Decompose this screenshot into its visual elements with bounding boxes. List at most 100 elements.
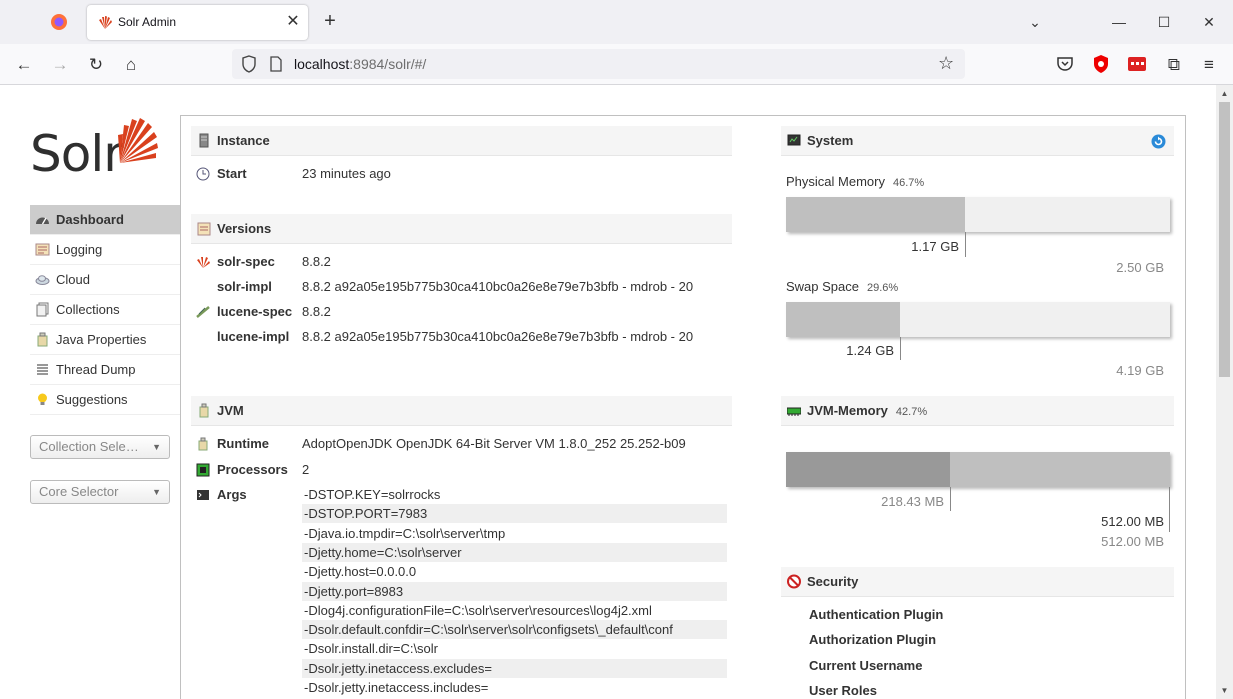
- scrollbar-thumb[interactable]: [1219, 102, 1230, 377]
- url-bar[interactable]: localhost:8984/solr/#/ ☆: [232, 49, 965, 79]
- thread-dump-icon: [37, 364, 48, 375]
- jvm-memory-header: JVM-Memory 42.7%: [781, 396, 1174, 426]
- forward-icon[interactable]: →: [47, 52, 73, 78]
- swap-space-bar: [786, 302, 1170, 337]
- scroll-down-icon[interactable]: ▼: [1216, 682, 1233, 699]
- processors-label: Processors: [217, 462, 288, 477]
- extension-red-icon[interactable]: [1127, 54, 1147, 74]
- version-key: solr-impl: [217, 279, 272, 294]
- swap-space-fill: [786, 302, 900, 337]
- menu-item-suggestions[interactable]: Suggestions: [30, 385, 180, 415]
- menu-item-collections[interactable]: Collections: [30, 295, 180, 325]
- jvm-arg: -Dsolr.jetty.inetaccess.excludes=: [302, 658, 727, 678]
- scroll-up-icon[interactable]: ▲: [1216, 85, 1233, 102]
- solr-favicon-icon: [99, 16, 112, 29]
- page-scrollbar[interactable]: ▲ ▼: [1216, 85, 1233, 699]
- instance-header: Instance: [191, 126, 732, 156]
- minimize-icon[interactable]: —: [1107, 10, 1131, 34]
- start-label: Start: [217, 166, 247, 181]
- version-row-lucene-spec: lucene-spec 8.8.2: [191, 302, 732, 322]
- refresh-icon[interactable]: [1151, 134, 1166, 149]
- page-icon[interactable]: [269, 56, 283, 72]
- version-value: 8.8.2 a92a05e195b775b30ca410bc0a26e8e79e…: [302, 329, 694, 344]
- window-close-icon[interactable]: ✕: [1197, 10, 1221, 34]
- maximize-icon[interactable]: ☐: [1152, 10, 1176, 34]
- processors-row: Processors 2: [191, 460, 732, 480]
- physical-memory-bar: [786, 197, 1170, 232]
- url-text[interactable]: localhost:8984/solr/#/: [294, 56, 426, 72]
- reload-icon[interactable]: ↻: [83, 52, 109, 78]
- solr-icon: [197, 257, 210, 268]
- solr-logo[interactable]: Solr: [30, 115, 160, 183]
- menu-label: Thread Dump: [56, 362, 136, 377]
- lightbulb-icon: [38, 393, 47, 405]
- tab-solr-admin[interactable]: Solr Admin ✕: [87, 5, 308, 40]
- tab-close-icon[interactable]: ✕: [285, 12, 301, 32]
- clock-icon: [196, 167, 210, 181]
- pocket-icon[interactable]: [1055, 54, 1075, 74]
- dashboard-content: Instance Start 23 minutes ago Versions s…: [180, 115, 1186, 699]
- list-all-tabs-icon[interactable]: ⌄: [1023, 10, 1047, 34]
- jvm-arg: -Djetty.home=C:\solr\server: [302, 542, 727, 562]
- swap-space-pct: 29.6%: [867, 282, 899, 294]
- menu-label: Java Properties: [56, 332, 147, 347]
- java-cup-icon: [199, 403, 209, 418]
- jvm-arg: -Dsolr.jetty.inetaccess.includes=: [304, 680, 489, 695]
- ublock-icon[interactable]: [1091, 54, 1111, 74]
- menu-item-cloud[interactable]: Cloud: [30, 265, 180, 295]
- menu-hamburger-icon[interactable]: ≡: [1196, 52, 1222, 78]
- jvm-memory-committed: 512.00 MB: [1101, 514, 1164, 529]
- menu-label: Logging: [56, 242, 103, 257]
- dashboard-icon: [36, 217, 49, 225]
- security-authentication-plugin: Authentication Plugin: [809, 607, 944, 622]
- version-value: 8.8.2: [302, 254, 331, 269]
- menu-item-dashboard[interactable]: Dashboard: [30, 205, 180, 235]
- core-selector[interactable]: Core Selector ▼: [30, 480, 170, 504]
- version-value: 8.8.2 a92a05e195b775b30ca410bc0a26e8e79e…: [302, 279, 694, 294]
- menu-label: Cloud: [56, 272, 90, 287]
- new-tab-button[interactable]: +: [318, 10, 342, 34]
- chevron-down-icon: ▼: [152, 487, 161, 497]
- security-user-roles: User Roles: [809, 683, 877, 698]
- jvm-arg: -Djetty.host=0.0.0.0: [304, 564, 417, 580]
- version-key: lucene-spec: [217, 304, 293, 319]
- menu-item-java-properties[interactable]: Java Properties: [30, 325, 180, 355]
- start-row: Start 23 minutes ago: [191, 164, 732, 184]
- main-menu: Dashboard Logging Cloud Collections Java…: [30, 205, 180, 415]
- extensions-puzzle-icon[interactable]: ⧉: [1161, 52, 1187, 78]
- start-value: 23 minutes ago: [302, 166, 391, 181]
- system-title: System: [807, 133, 854, 148]
- jvm-memory-used: 218.43 MB: [881, 494, 944, 509]
- memory-chip-icon: [787, 407, 801, 416]
- menu-item-logging[interactable]: Logging: [30, 235, 180, 265]
- logging-icon: [35, 243, 50, 256]
- jvm-arg: -Dsolr.default.confdir=C:\solr\server\so…: [302, 620, 727, 640]
- home-icon[interactable]: ⌂: [118, 52, 144, 78]
- jvm-memory-pct: 42.7%: [895, 406, 928, 418]
- firefox-icon[interactable]: [50, 13, 68, 31]
- jvm-arg: -Djava.io.tmpdir=C:\solr\server\tmp: [304, 525, 506, 541]
- chevron-down-icon: ▼: [152, 442, 161, 452]
- back-icon[interactable]: ←: [11, 52, 37, 78]
- collection-selector[interactable]: Collection Sele… ▼: [30, 435, 170, 459]
- cpu-icon: [196, 463, 210, 477]
- menu-item-thread-dump[interactable]: Thread Dump: [30, 355, 180, 385]
- lucene-icon: [196, 306, 210, 318]
- processors-value: 2: [302, 462, 310, 477]
- server-icon: [199, 133, 209, 148]
- version-value: 8.8.2: [302, 304, 331, 319]
- bookmark-star-icon[interactable]: ☆: [938, 53, 954, 74]
- menu-label: Dashboard: [56, 212, 124, 227]
- version-row-solr-spec: solr-spec 8.8.2: [191, 252, 732, 272]
- physical-memory-used: 1.17 GB: [911, 239, 959, 254]
- swap-space-title: Swap Space 29.6%: [786, 279, 898, 294]
- version-key: solr-spec: [217, 254, 275, 269]
- shield-icon[interactable]: [241, 55, 257, 73]
- physical-memory-total: 2.50 GB: [1116, 260, 1164, 275]
- physical-memory-pct: 46.7%: [892, 177, 925, 189]
- security-header: Security: [781, 567, 1174, 597]
- jvm-arg: -Dlog4j.configurationFile=C:\solr\server…: [304, 602, 652, 618]
- runtime-value: AdoptOpenJDK OpenJDK 64-Bit Server VM 1.…: [302, 436, 686, 451]
- args-label: Args: [217, 487, 247, 502]
- security-current-username: Current Username: [809, 658, 923, 673]
